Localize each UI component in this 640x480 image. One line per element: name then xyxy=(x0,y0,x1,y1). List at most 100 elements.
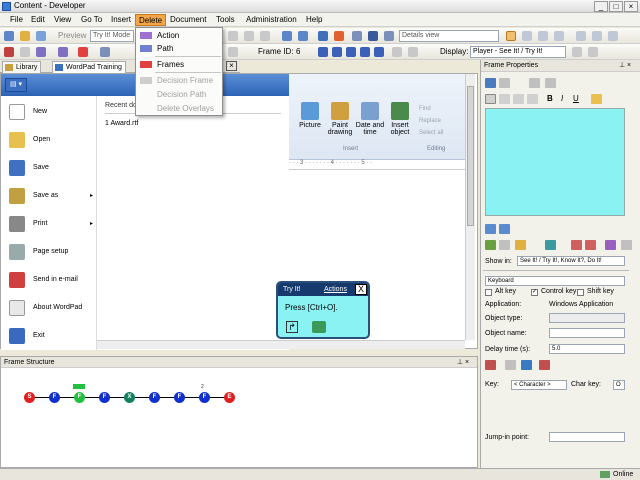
frame-node[interactable]: F xyxy=(199,392,210,403)
tool-icon[interactable] xyxy=(228,47,238,57)
grid-icon[interactable] xyxy=(408,47,418,57)
frame-node[interactable]: F xyxy=(149,392,160,403)
delete-overlays-item[interactable]: Delete Overlays xyxy=(136,102,222,115)
prev-frame-icon[interactable] xyxy=(332,47,342,57)
last-frame-icon[interactable] xyxy=(374,47,384,57)
zoom-icon[interactable] xyxy=(392,47,402,57)
menu-tools[interactable]: Tools xyxy=(213,14,238,26)
wordpad-send-email-item[interactable]: Send in e-mail xyxy=(1,268,97,294)
action-tool-7-icon[interactable] xyxy=(605,240,616,250)
menu-insert[interactable]: Insert xyxy=(108,14,134,26)
wordpad-page-setup-item[interactable]: Page setup xyxy=(1,240,97,266)
wordpad-about-item[interactable]: About WordPad xyxy=(1,296,97,322)
alt-key-checkbox[interactable] xyxy=(485,289,492,296)
layout-6-icon[interactable] xyxy=(592,31,602,41)
layout-7-icon[interactable] xyxy=(608,31,618,41)
alternate-action-icon[interactable]: ↱ xyxy=(286,321,298,333)
bubble-text-editor[interactable] xyxy=(485,108,625,216)
control-key-checkbox[interactable]: ✓ xyxy=(531,289,538,296)
paste-icon[interactable] xyxy=(260,31,270,41)
print-icon[interactable] xyxy=(36,31,46,41)
font-icon[interactable] xyxy=(499,78,510,88)
wordpad-new-item[interactable]: New xyxy=(1,100,97,126)
layout-1-icon[interactable] xyxy=(506,31,516,41)
copy-icon[interactable] xyxy=(244,31,254,41)
maximize-button[interactable]: □ xyxy=(609,1,623,12)
wordpad-open-item[interactable]: Open xyxy=(1,128,97,154)
link-icon[interactable] xyxy=(318,31,328,41)
action-icon[interactable] xyxy=(36,47,46,57)
action-tool-8-icon[interactable] xyxy=(621,240,632,250)
wordpad-print-item[interactable]: Print ▸ xyxy=(1,212,97,238)
path-icon[interactable] xyxy=(58,47,68,57)
decision-node[interactable]: X xyxy=(124,392,135,403)
layout-2-icon[interactable] xyxy=(522,31,532,41)
cut-icon[interactable] xyxy=(529,78,540,88)
delete-action-item[interactable]: Action xyxy=(136,29,222,42)
italic-icon[interactable]: I xyxy=(561,94,563,103)
properties-tool-1-icon[interactable] xyxy=(485,224,496,234)
align-right-icon[interactable] xyxy=(513,94,524,104)
refresh-icon[interactable] xyxy=(384,31,394,41)
key-select[interactable]: < Character > xyxy=(511,380,567,390)
date-time-button[interactable]: Date and time xyxy=(355,102,385,142)
settings-icon[interactable] xyxy=(588,47,598,57)
layout-3-icon[interactable] xyxy=(538,31,548,41)
action-tool-6-icon[interactable] xyxy=(585,240,596,250)
pin-icon[interactable]: ⊥ × xyxy=(619,61,631,69)
play-icon[interactable] xyxy=(346,47,356,57)
vertical-scrollbar[interactable] xyxy=(465,74,475,340)
action-tool-1-icon[interactable] xyxy=(485,240,496,250)
menu-document[interactable]: Document xyxy=(167,14,209,26)
preview-button[interactable]: Preview xyxy=(58,31,86,40)
menu-administration[interactable]: Administration xyxy=(243,14,300,26)
capture-icon[interactable] xyxy=(20,47,30,57)
pin-icon[interactable]: ⊥ × xyxy=(457,358,469,366)
show-in-select[interactable]: See It! / Try It!, Know It?, Do It! xyxy=(517,256,625,266)
action-tool-3-icon[interactable] xyxy=(515,240,526,250)
underline-icon[interactable]: U xyxy=(573,94,579,103)
layout-4-icon[interactable] xyxy=(554,31,564,41)
layout-5-icon[interactable] xyxy=(576,31,586,41)
object-type-select[interactable] xyxy=(549,313,625,323)
justify-icon[interactable] xyxy=(527,94,538,104)
menu-view[interactable]: View xyxy=(51,14,74,26)
menu-help[interactable]: Help xyxy=(303,14,325,26)
delete-path-item[interactable]: Path xyxy=(136,42,222,55)
delete-frames-item[interactable]: Frames xyxy=(136,58,222,71)
bubble-type-icon[interactable] xyxy=(485,78,496,88)
key-tool-1-icon[interactable] xyxy=(485,360,496,370)
actions-link[interactable]: Actions xyxy=(324,283,347,296)
redo-icon[interactable] xyxy=(298,31,308,41)
view-select[interactable]: Details view xyxy=(399,30,499,42)
help-icon[interactable] xyxy=(368,31,378,41)
frame-node[interactable]: F xyxy=(49,392,60,403)
recent-item[interactable]: 1 Award.rtf xyxy=(105,120,138,127)
bold-icon[interactable]: B xyxy=(547,94,553,103)
char-key-field[interactable]: O xyxy=(613,380,625,390)
end-node[interactable]: E xyxy=(224,392,235,403)
delay-time-select[interactable]: 5.0 xyxy=(549,344,625,354)
key-tool-2-icon[interactable] xyxy=(505,360,516,370)
find-icon[interactable] xyxy=(334,31,344,41)
menu-edit[interactable]: Edit xyxy=(28,14,48,26)
highlight-icon[interactable] xyxy=(591,94,602,104)
menu-delete[interactable]: Delete xyxy=(135,14,167,26)
align-left-icon[interactable] xyxy=(485,94,496,104)
menu-file[interactable]: File xyxy=(7,14,26,26)
replace-button[interactable]: Replace xyxy=(419,118,441,124)
publish-icon[interactable] xyxy=(572,47,582,57)
mode-select[interactable]: Try It! Mode xyxy=(90,30,134,42)
properties-tool-2-icon[interactable] xyxy=(499,224,510,234)
action-tool-2-icon[interactable] xyxy=(499,240,510,250)
tab-library[interactable]: Library xyxy=(2,61,42,73)
hint-icon[interactable] xyxy=(312,321,326,333)
first-frame-icon[interactable] xyxy=(318,47,328,57)
close-button[interactable]: × xyxy=(624,1,638,12)
decision-icon[interactable] xyxy=(100,47,110,57)
delete-decision-frame-item[interactable]: Decision Frame xyxy=(136,74,222,87)
start-node[interactable]: S xyxy=(24,392,35,403)
scroll-thumb[interactable] xyxy=(467,86,474,226)
frame-node-current[interactable]: F xyxy=(74,392,85,403)
select-all-button[interactable]: Select all xyxy=(419,130,443,136)
